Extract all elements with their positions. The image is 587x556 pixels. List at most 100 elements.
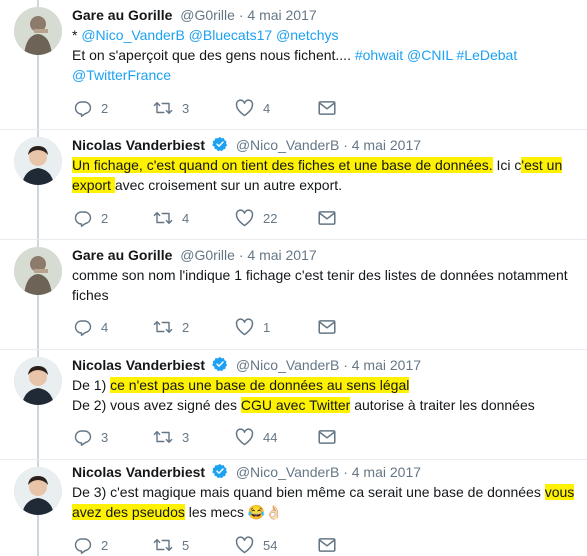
retweet-count: 2 [182,319,190,335]
retweet-icon [153,321,173,333]
reply-icon [74,320,92,336]
tweet-text: * @Nico_VanderB @Bluecats17 @netchys Et … [72,25,577,85]
heart-icon [235,536,254,554]
direct-message-button[interactable] [318,535,336,555]
author-name[interactable]: Gare au Gorille [72,7,172,23]
tweet[interactable]: Gare au Gorille @G0rille · 4 mai 2017 * … [0,0,587,130]
author-name[interactable]: Nicolas Vanderbiest [72,137,205,153]
retweet-button[interactable]: 3 [153,427,189,447]
tweet-date[interactable]: 4 mai 2017 [247,247,316,263]
reply-icon [74,430,92,446]
envelope-icon [318,538,336,552]
tweet-text-line: Et on s'aperçoit que des gens nous fiche… [72,45,577,65]
reply-button[interactable]: 3 [74,427,108,447]
avatar-gare-au-gorille[interactable] [14,7,62,55]
direct-message-button[interactable] [318,427,336,447]
author-name[interactable]: Nicolas Vanderbiest [72,357,205,373]
separator-dot: · [343,357,348,373]
tweet-text-line: De 2) vous avez signé des CGU avec Twitt… [72,395,577,415]
author-handle[interactable]: @G0rille [180,7,235,23]
separator-dot: · [238,247,244,263]
author-handle[interactable]: @G0rille [180,247,235,263]
text-segment: Ici c [492,157,522,173]
tweet-date[interactable]: 4 mai 2017 [247,7,316,23]
direct-message-button[interactable] [318,98,336,118]
envelope-icon [318,320,336,334]
like-button[interactable]: 44 [235,427,277,447]
avatar-nicolas-vanderbiest[interactable] [14,137,62,185]
tweet-actions: 4 2 1 [74,317,374,337]
separator-dot: · [343,464,348,480]
author-handle[interactable]: @Nico_VanderB [236,357,339,373]
retweet-count: 5 [182,537,190,553]
verified-badge-icon [212,137,228,152]
reply-button[interactable]: 2 [74,98,108,118]
text-segment: * [72,27,82,43]
tweet[interactable]: Nicolas Vanderbiest @Nico_VanderB · 4 ma… [0,460,587,556]
retweet-button[interactable]: 5 [153,535,189,555]
author-name[interactable]: Nicolas Vanderbiest [72,464,205,480]
retweet-button[interactable]: 3 [153,98,189,118]
author-handle[interactable]: @Nico_VanderB [236,464,339,480]
highlighted-text: avez des pseudos [72,504,185,520]
avatar-gare-au-gorille[interactable] [14,247,62,295]
like-button[interactable]: 22 [235,208,277,228]
envelope-icon [318,211,336,225]
tweet-text: De 3) c'est magique mais quand bien même… [72,482,577,522]
tweet-text-line: comme son nom l'indique 1 fichage c'est … [72,267,568,283]
reply-icon [74,101,92,117]
reply-count: 2 [101,210,109,226]
tweet-text-line: export avec croisement sur un autre expo… [72,175,577,195]
avatar-nicolas-vanderbiest[interactable] [14,357,62,405]
avatar-nicolas-vanderbiest[interactable] [14,467,62,515]
reply-button[interactable]: 4 [74,317,108,337]
separator-dot: · [238,7,244,23]
separator-dot: · [343,137,348,153]
author-name[interactable]: Gare au Gorille [72,247,172,263]
like-count: 1 [263,319,271,335]
highlighted-text: ce n'est pas une base de données au sens… [110,377,410,393]
tweet[interactable]: Nicolas Vanderbiest @Nico_VanderB · 4 ma… [0,130,587,240]
retweet-icon [153,212,173,224]
retweet-button[interactable]: 2 [153,317,189,337]
verified-badge-icon [212,357,228,372]
author-handle[interactable]: @Nico_VanderB [236,137,339,153]
text-segment: Et on s'aperçoit que des gens nous fiche… [72,47,355,63]
text-segment: De 1) [72,377,111,393]
tweet-date[interactable]: 4 mai 2017 [352,137,421,153]
tweet-text-line: avez des pseudos les mecs 😂👌🏻 [72,502,577,522]
like-button[interactable]: 54 [235,535,277,555]
like-count: 4 [263,100,271,116]
laughing-emoji: 😂 [247,504,266,520]
highlighted-text: export [72,177,115,193]
mention-cnil[interactable]: @CNIL [407,47,453,63]
hashtag-ohwait[interactable]: #ohwait [355,47,403,63]
tweet[interactable]: Gare au Gorille @G0rille · 4 mai 2017 co… [0,240,587,350]
like-button[interactable]: 1 [235,317,270,337]
highlighted-text: 'est un [521,157,563,173]
tweet-text-line: Un fichage, c'est quand on tient des fic… [72,155,577,175]
like-button[interactable]: 4 [235,98,270,118]
reply-icon [74,211,92,227]
mention-links[interactable]: @Nico_VanderB @Bluecats17 @netchys [81,27,338,43]
highlighted-text: CGU avec Twitter [240,397,351,413]
highlighted-text: Un fichage, c'est quand on tient des fic… [72,157,493,173]
tweet-text-line: De 1) ce n'est pas une base de données a… [72,375,577,395]
tweet-date[interactable]: 4 mai 2017 [352,464,421,480]
tweet-text: comme son nom l'indique 1 fichage c'est … [72,265,577,305]
retweet-icon [153,102,173,114]
direct-message-button[interactable] [318,208,336,228]
text-segment: avec croisement sur un autre export. [114,177,343,193]
envelope-icon [318,430,336,444]
tweet[interactable]: Nicolas Vanderbiest @Nico_VanderB · 4 ma… [0,350,587,460]
reply-count: 2 [101,537,109,553]
tweet-date[interactable]: 4 mai 2017 [352,357,421,373]
direct-message-button[interactable] [318,317,336,337]
reply-button[interactable]: 2 [74,208,108,228]
reply-button[interactable]: 2 [74,535,108,555]
retweet-icon [153,539,173,551]
retweet-button[interactable]: 4 [153,208,189,228]
tweet-text: De 1) ce n'est pas une base de données a… [72,375,577,415]
hashtag-ledebat[interactable]: #LeDebat [457,47,518,63]
mention-twitterfrance[interactable]: @TwitterFrance [72,67,171,83]
